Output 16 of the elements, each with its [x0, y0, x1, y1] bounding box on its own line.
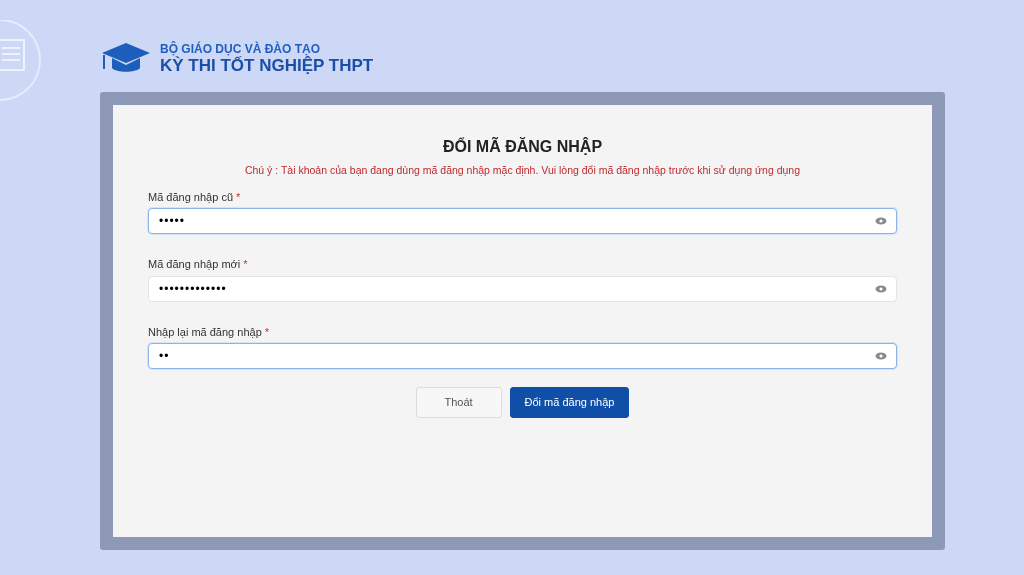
notice-text: Chú ý : Tài khoản của bạn đang dùng mã đăng nhập mặc định. Vui lòng đổi mã đăng nhập trước khi sử dụng ứng dụng	[243, 163, 802, 178]
ministry-name: BỘ GIÁO DỤC VÀ ĐÀO TẠO	[160, 42, 320, 56]
password-field[interactable]: •••••	[148, 208, 897, 235]
submit-button[interactable]: Đổi mã đăng nhập	[509, 387, 630, 418]
eye-icon[interactable]	[875, 217, 887, 226]
form-title: ĐỔI MÃ ĐĂNG NHẬP	[441, 136, 604, 157]
password-field[interactable]: •••••••••••••	[148, 275, 897, 302]
exit-button[interactable]: Thoát	[415, 387, 502, 418]
field-label: Mã đăng nhập cũ *	[148, 189, 242, 205]
password-field[interactable]: ••	[148, 343, 897, 370]
eye-icon[interactable]	[875, 284, 887, 293]
eye-icon[interactable]	[875, 352, 887, 361]
book-icon	[0, 20, 42, 102]
field-label: Nhập lại mã đăng nhập *	[148, 324, 271, 340]
exam-title: KỲ THI TỐT NGHIỆP THPT	[160, 56, 374, 76]
field-label: Mã đăng nhập mới *	[148, 257, 249, 273]
